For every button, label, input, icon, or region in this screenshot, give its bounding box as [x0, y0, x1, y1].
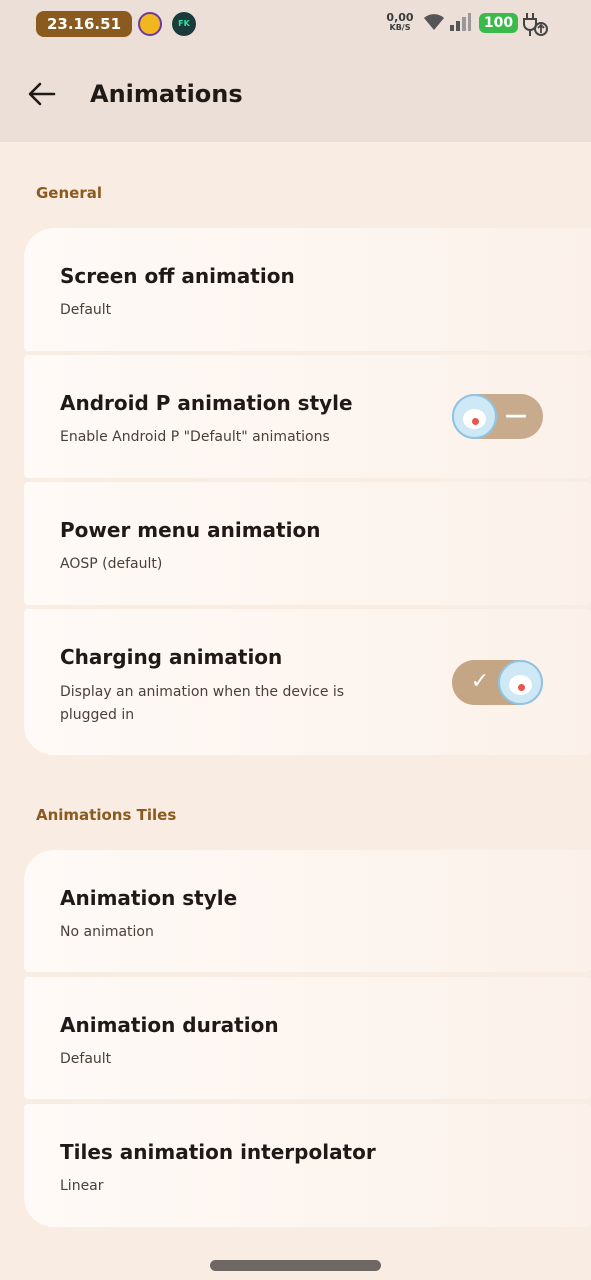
gesture-nav-handle[interactable]	[210, 1260, 381, 1271]
section-header-animations-tiles: Animations Tiles	[36, 806, 177, 824]
item-title: Tiles animation interpolator	[60, 1140, 376, 1164]
item-summary: AOSP (default)	[60, 556, 163, 572]
item-title: Power menu animation	[60, 518, 321, 542]
item-summary: Default	[60, 1051, 112, 1067]
item-title: Charging animation	[60, 645, 283, 669]
item-summary-line1: Display an animation when the device is	[60, 684, 345, 700]
item-summary: Enable Android P "Default" animations	[60, 429, 330, 445]
status-time: 23.16.51	[36, 11, 132, 37]
item-summary: Linear	[60, 1178, 104, 1194]
animation-style-item[interactable]: Animation style No animation	[24, 850, 591, 972]
network-speed: 0,00 KB/S	[383, 12, 417, 33]
toggle-off-dash-icon: —	[505, 403, 527, 428]
status-bar: 23.16.51 FK 0,00 KB/S 100	[0, 0, 591, 48]
wifi-icon	[424, 14, 444, 30]
charging-animation-item[interactable]: Charging animation Display an animation …	[24, 609, 591, 755]
tiles-animation-interpolator-item[interactable]: Tiles animation interpolator Linear	[24, 1104, 591, 1227]
item-title: Screen off animation	[60, 264, 295, 288]
signal-icon	[450, 13, 471, 31]
item-title: Animation duration	[60, 1013, 279, 1037]
item-summary: Default	[60, 302, 112, 318]
item-title: Animation style	[60, 886, 238, 910]
notification-app-icon: FK	[172, 12, 196, 36]
item-summary: No animation	[60, 924, 154, 940]
screen-off-animation-item[interactable]: Screen off animation Default	[24, 228, 591, 351]
app-bar: Animations	[0, 48, 591, 142]
charging-plug-icon	[523, 13, 548, 36]
item-summary-line2: plugged in	[60, 707, 135, 723]
android-p-animation-style-item[interactable]: Android P animation style Enable Android…	[24, 355, 591, 478]
notification-avatar-icon	[138, 12, 162, 36]
doraemon-toggle-knob-icon	[498, 660, 543, 705]
charging-animation-toggle[interactable]: ✓	[452, 660, 543, 705]
android-p-animation-toggle[interactable]: —	[452, 394, 543, 439]
check-icon: ✓	[470, 669, 490, 694]
network-speed-unit: KB/S	[389, 23, 411, 32]
doraemon-toggle-knob-icon	[452, 394, 497, 439]
page-title: Animations	[90, 80, 243, 108]
animation-duration-item[interactable]: Animation duration Default	[24, 977, 591, 1099]
section-header-general: General	[36, 184, 102, 202]
item-title: Android P animation style	[60, 391, 353, 415]
battery-indicator: 100	[479, 13, 518, 33]
power-menu-animation-item[interactable]: Power menu animation AOSP (default)	[24, 482, 591, 605]
back-arrow-icon[interactable]	[26, 78, 58, 110]
